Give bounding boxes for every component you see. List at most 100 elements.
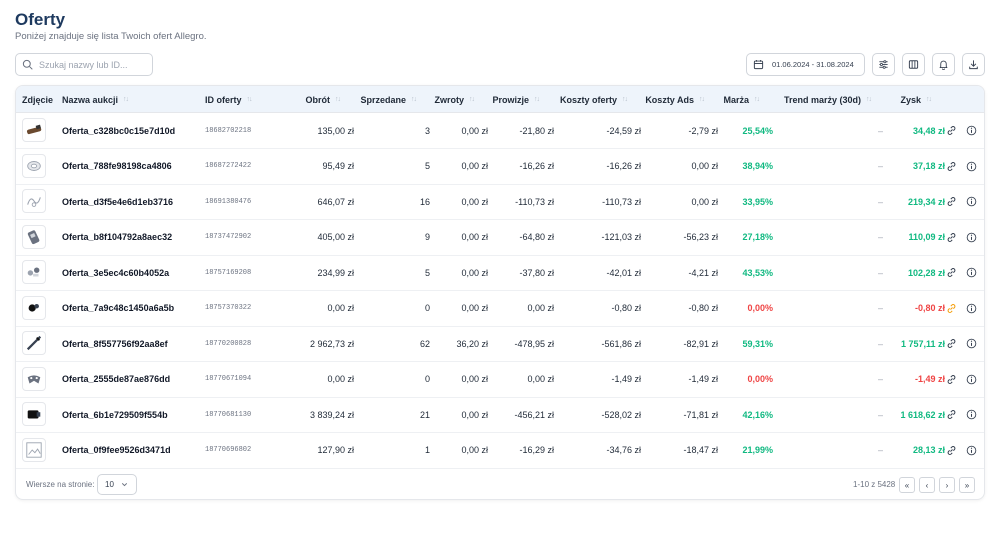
toolbar: 01.06.2024 - 31.08.2024 bbox=[746, 53, 985, 76]
commissions-value: -16,26 zł bbox=[519, 161, 554, 171]
search-box[interactable] bbox=[15, 53, 153, 76]
info-icon[interactable] bbox=[966, 196, 977, 207]
stick-icon bbox=[26, 335, 42, 351]
tape-icon bbox=[27, 160, 41, 171]
filter-button[interactable] bbox=[872, 53, 895, 76]
download-button[interactable] bbox=[962, 53, 985, 76]
column-header-turnover[interactable]: Obrót ↑↓ bbox=[256, 86, 342, 113]
next-page-button[interactable]: › bbox=[939, 477, 955, 493]
columns-button[interactable] bbox=[902, 53, 925, 76]
offer-costs-value: -528,02 zł bbox=[601, 409, 641, 420]
sort-icon[interactable]: ↑↓ bbox=[123, 96, 129, 103]
date-range-button[interactable]: 01.06.2024 - 31.08.2024 bbox=[746, 53, 865, 76]
margin-trend-value: – bbox=[877, 196, 883, 207]
sold-value: 5 bbox=[424, 267, 430, 278]
column-header-label: Trend marży (30d) bbox=[783, 94, 861, 105]
page-subtitle: Poniżej znajduje się lista Twoich ofert … bbox=[15, 31, 207, 42]
ads-costs-value: -4,21 zł bbox=[688, 267, 718, 278]
profit-value: -1,49 zł bbox=[914, 374, 945, 384]
table-row[interactable]: Oferta_b8f104792a8aec32 18737472902 405,00… bbox=[16, 220, 984, 256]
info-icon[interactable] bbox=[966, 161, 977, 172]
margin-value: 0,00% bbox=[747, 303, 773, 313]
offer-costs-value: -121,03 zł bbox=[601, 232, 641, 242]
commissions-value: -21,80 zł bbox=[519, 125, 554, 136]
info-icon[interactable] bbox=[966, 409, 977, 420]
profit-value: 1 618,62 zł bbox=[900, 409, 945, 420]
profit-value: 110,09 zł bbox=[908, 232, 945, 242]
sold-value: 9 bbox=[424, 232, 430, 242]
link-icon[interactable] bbox=[946, 303, 957, 314]
link-icon[interactable] bbox=[946, 232, 957, 243]
link-icon[interactable] bbox=[946, 374, 957, 385]
table-row[interactable]: Oferta_2555de87ae876dd 18770671094 0,00 zł… bbox=[16, 362, 984, 398]
link-icon[interactable] bbox=[946, 445, 957, 456]
table-row[interactable]: Oferta_7a9c48c1450a6a5b 18757370322 0,00 z… bbox=[16, 291, 984, 327]
turnover-value: 234,99 zł bbox=[317, 267, 354, 278]
margin-trend-value: – bbox=[877, 338, 883, 349]
table-row[interactable]: Oferta_6b1e729509f554b 18770681130 3 839,2… bbox=[16, 397, 984, 433]
column-header-ads-costs[interactable]: Koszty Ads ↑↓ bbox=[627, 86, 705, 113]
table-row[interactable]: Oferta_8f557756f92aa8ef 18770200828 2 962,… bbox=[16, 326, 984, 362]
product-thumbnail bbox=[22, 437, 46, 462]
column-header-offer-costs[interactable]: Koszty oferty ↑↓ bbox=[539, 86, 628, 113]
table-row[interactable]: Oferta_c328bc0c15e7d10d 18682702218 135,00… bbox=[16, 113, 984, 149]
link-icon[interactable] bbox=[946, 338, 957, 349]
search-input[interactable] bbox=[39, 59, 149, 70]
prev-page-button[interactable]: ‹ bbox=[919, 477, 935, 493]
pagination-info: 1-10 z 5428 bbox=[853, 480, 896, 489]
margin-value: 27,18% bbox=[742, 232, 773, 242]
margin-value: 38,94% bbox=[742, 161, 773, 171]
offer-costs-value: -16,26 zł bbox=[606, 161, 641, 171]
sort-icon[interactable]: ↑↓ bbox=[247, 96, 253, 103]
turnover-value: 135,00 zł bbox=[317, 125, 354, 136]
margin-value: 33,95% bbox=[742, 196, 773, 207]
row-actions bbox=[946, 397, 977, 432]
column-header-name[interactable]: Nazwa aukcji ↑↓ bbox=[62, 86, 202, 113]
table-row[interactable]: Oferta_0f9fee9526d3471d 18770696802 127,90… bbox=[16, 433, 984, 469]
table-row[interactable]: Oferta_788fe98198ca4806 18687272422 95,49 … bbox=[16, 149, 984, 185]
column-header-commissions[interactable]: Prowizje ↑↓ bbox=[474, 86, 540, 113]
last-page-button[interactable]: » bbox=[959, 477, 975, 493]
link-icon[interactable] bbox=[946, 267, 957, 278]
box-icon bbox=[27, 410, 41, 419]
returns-value: 0,00 zł bbox=[461, 125, 488, 136]
info-icon[interactable] bbox=[966, 374, 977, 385]
column-header-label: Zdjęcie bbox=[22, 94, 54, 105]
margin-trend-value: – bbox=[877, 445, 883, 455]
sort-icon[interactable]: ↑↓ bbox=[926, 96, 932, 103]
info-icon[interactable] bbox=[966, 303, 977, 314]
column-header-label: Sprzedane bbox=[360, 94, 406, 105]
column-header-margin[interactable]: Marża ↑↓ bbox=[704, 86, 760, 113]
returns-value: 0,00 zł bbox=[461, 267, 488, 278]
page-title: Oferty bbox=[15, 10, 66, 29]
margin-value: 42,16% bbox=[742, 409, 773, 420]
link-icon[interactable] bbox=[946, 161, 957, 172]
table-row[interactable]: Oferta_d3f5e4e6d1eb3716 18691380476 646,07… bbox=[16, 184, 984, 220]
table-row[interactable]: Oferta_3e5ec4c60b4052a 18757169208 234,99 … bbox=[16, 255, 984, 291]
column-header-returns[interactable]: Zwroty ↑↓ bbox=[416, 86, 475, 113]
product-thumbnail bbox=[22, 366, 46, 391]
offer-name: Oferta_2555de87ae876dd bbox=[62, 374, 171, 384]
info-icon[interactable] bbox=[966, 338, 977, 349]
info-icon[interactable] bbox=[966, 267, 977, 278]
link-icon[interactable] bbox=[946, 196, 957, 207]
column-header-margin-trend[interactable]: Trend marży (30d) ↑↓ bbox=[759, 86, 872, 113]
filter-sliders-icon bbox=[879, 60, 888, 69]
rows-per-page-select[interactable]: 10 bbox=[97, 474, 137, 495]
info-icon[interactable] bbox=[966, 125, 977, 136]
margin-value: 0,00% bbox=[747, 374, 773, 384]
link-icon[interactable] bbox=[946, 125, 957, 136]
offer-costs-value: -1,49 zł bbox=[611, 374, 641, 384]
profit-value: 219,34 zł bbox=[907, 196, 945, 207]
info-icon[interactable] bbox=[966, 445, 977, 456]
product-thumbnail bbox=[22, 260, 46, 284]
offer-name: Oferta_d3f5e4e6d1eb3716 bbox=[62, 196, 174, 207]
info-icon[interactable] bbox=[966, 232, 977, 243]
sold-value: 0 bbox=[424, 374, 430, 384]
notifications-button[interactable] bbox=[932, 53, 955, 76]
row-actions bbox=[946, 326, 977, 361]
link-icon[interactable] bbox=[946, 409, 957, 420]
column-header-sold[interactable]: Sprzedane ↑↓ bbox=[340, 86, 417, 113]
first-page-button[interactable]: « bbox=[899, 477, 915, 493]
column-header-profit[interactable]: Zysk ↑↓ bbox=[871, 86, 932, 113]
